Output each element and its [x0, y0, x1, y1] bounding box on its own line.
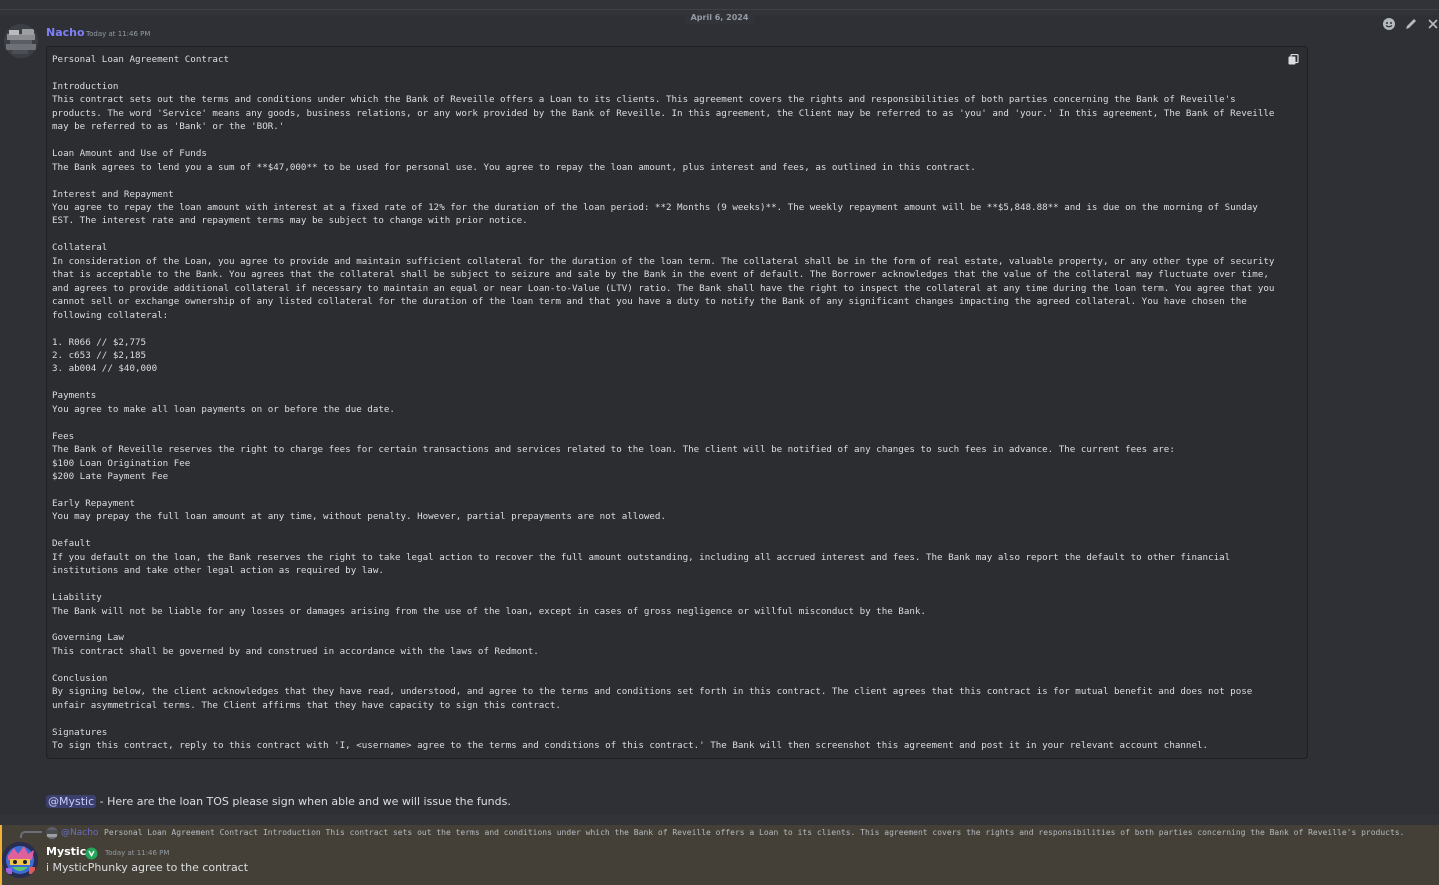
add-reaction-icon[interactable]: [1380, 15, 1398, 33]
reply-preview[interactable]: Personal Loan Agreement Contract Introdu…: [104, 827, 1436, 839]
chat-view: April 6, 2024 Nacho Today at 11:46 PM Pe…: [0, 0, 1439, 885]
avatar[interactable]: [4, 24, 38, 58]
code-block: Personal Loan Agreement Contract Introdu…: [46, 46, 1308, 759]
message-text-body: - Here are the loan TOS please sign when…: [96, 795, 511, 808]
user-mention[interactable]: @Mystic: [46, 795, 97, 808]
reply-author[interactable]: @Nacho: [61, 827, 98, 839]
message-author[interactable]: Nacho: [46, 26, 85, 40]
edit-icon[interactable]: [1402, 15, 1420, 33]
message-author[interactable]: Mystic: [46, 845, 86, 859]
server-badge-icon[interactable]: [85, 845, 98, 860]
date-divider-label: April 6, 2024: [684, 12, 755, 24]
reply-spine: [20, 831, 42, 838]
more-icon[interactable]: [1424, 15, 1439, 33]
message-hover-toolbar: [1380, 14, 1439, 34]
reply-avatar[interactable]: [46, 827, 58, 839]
date-divider: April 6, 2024: [0, 9, 1439, 24]
message-timestamp: Today at 11:46 PM: [86, 30, 151, 38]
message-timestamp: Today at 11:46 PM: [105, 849, 170, 857]
message-text: i MysticPhunky agree to the contract: [46, 861, 249, 874]
avatar[interactable]: [2, 842, 38, 878]
copy-icon[interactable]: [1286, 52, 1300, 66]
message-text: @Mystic - Here are the loan TOS please s…: [46, 794, 511, 810]
code-block-text: Personal Loan Agreement Contract Introdu…: [52, 54, 1275, 752]
